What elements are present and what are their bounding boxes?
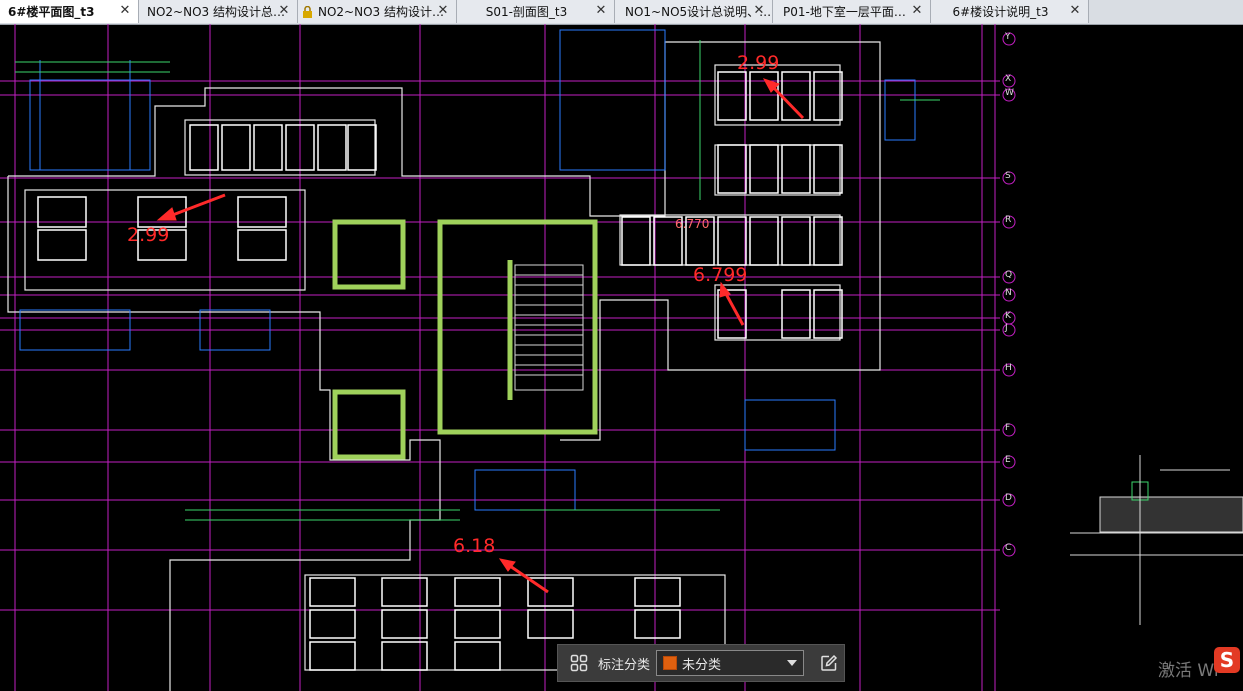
tab-section-drawing[interactable]: S01-剖面图_t3 ✕ — [457, 0, 615, 23]
annotation-value-1: 2.99 — [127, 224, 170, 246]
tab-label: P01-地下室一层平面… — [783, 5, 906, 19]
annotation-value-4: 6.18 — [453, 535, 496, 557]
core-walls — [332, 219, 598, 460]
tab-label: NO2~NO3 结构设计… — [318, 5, 444, 19]
tab-label: NO2~NO3 结构设计总… — [147, 5, 285, 19]
annotation-value-2: 2.99 — [737, 52, 780, 74]
edit-icon[interactable] — [816, 650, 842, 676]
section-detail — [1070, 455, 1243, 625]
tab-label: 6#楼平面图_t3 — [8, 5, 95, 19]
axis-label: X — [1005, 74, 1012, 84]
wps-logo-icon: S — [1214, 647, 1240, 673]
axis-label: Q — [1005, 270, 1013, 280]
close-icon[interactable]: ✕ — [910, 4, 924, 18]
tab-label: S01-剖面图_t3 — [485, 5, 568, 19]
document-tab-bar: 6#楼平面图_t3 ✕ NO2~NO3 结构设计总… ✕ NO2~NO3 结构设… — [0, 0, 1243, 25]
axis-label: J — [1005, 323, 1008, 333]
grid-icon[interactable] — [566, 650, 592, 676]
close-icon[interactable]: ✕ — [277, 4, 291, 18]
close-icon[interactable]: ✕ — [752, 4, 766, 18]
close-icon[interactable]: ✕ — [436, 4, 450, 18]
dimension-lines — [19, 29, 916, 511]
annotation-value-5: 6.770 — [675, 217, 710, 231]
axis-label: K — [1005, 311, 1011, 321]
tab-structural-design-1[interactable]: NO2~NO3 结构设计总… ✕ — [139, 0, 298, 23]
lock-icon — [302, 5, 313, 18]
axis-label: W — [1005, 88, 1014, 98]
annotation-category-label: 标注分类 — [598, 657, 651, 673]
close-icon[interactable]: ✕ — [594, 4, 608, 18]
category-select-value: 未分类 — [682, 657, 722, 673]
close-icon[interactable]: ✕ — [1068, 4, 1082, 18]
axis-label: C — [1005, 543, 1012, 553]
tab-basement-plan[interactable]: P01-地下室一层平面… ✕ — [773, 0, 931, 23]
tab-structural-design-2[interactable]: NO2~NO3 结构设计… ✕ — [298, 0, 457, 23]
close-icon[interactable]: ✕ — [118, 4, 132, 18]
axis-label: S — [1005, 171, 1011, 181]
axis-label: F — [1005, 423, 1011, 433]
annotation-category-select[interactable]: 未分类 — [656, 650, 805, 676]
axis-label: E — [1005, 455, 1011, 465]
annotation-category-toolbar: 标注分类 未分类 — [557, 644, 845, 682]
tab-label: NO1~NO5设计总说明、… — [625, 5, 772, 19]
floor-plan-drawing — [0, 24, 1243, 691]
tab-6-design-notes[interactable]: 6#楼设计说明_t3 ✕ — [931, 0, 1089, 23]
axis-label: N — [1005, 288, 1012, 298]
annotation-value-3: 6.799 — [693, 264, 748, 286]
cad-drawing-canvas[interactable]: 2.99 2.99 6.799 6.18 6.770 Y X W S R Q N… — [0, 24, 1243, 691]
activation-watermark: 激活 Wi — [1158, 661, 1219, 681]
chevron-down-icon — [787, 660, 798, 666]
category-color-swatch — [663, 656, 678, 670]
tab-label: 6#楼设计说明_t3 — [952, 5, 1049, 19]
building-outline — [7, 41, 881, 691]
tab-6-floor-plan[interactable]: 6#楼平面图_t3 ✕ — [0, 0, 139, 23]
stair-lines — [514, 264, 584, 391]
axis-label: Y — [1005, 32, 1011, 42]
axis-label: H — [1005, 363, 1012, 373]
annotation-lines — [15, 40, 940, 521]
axis-label: R — [1005, 215, 1012, 225]
axis-label: D — [1005, 493, 1012, 503]
tab-design-general-notes[interactable]: NO1~NO5设计总说明、… ✕ — [615, 0, 773, 23]
